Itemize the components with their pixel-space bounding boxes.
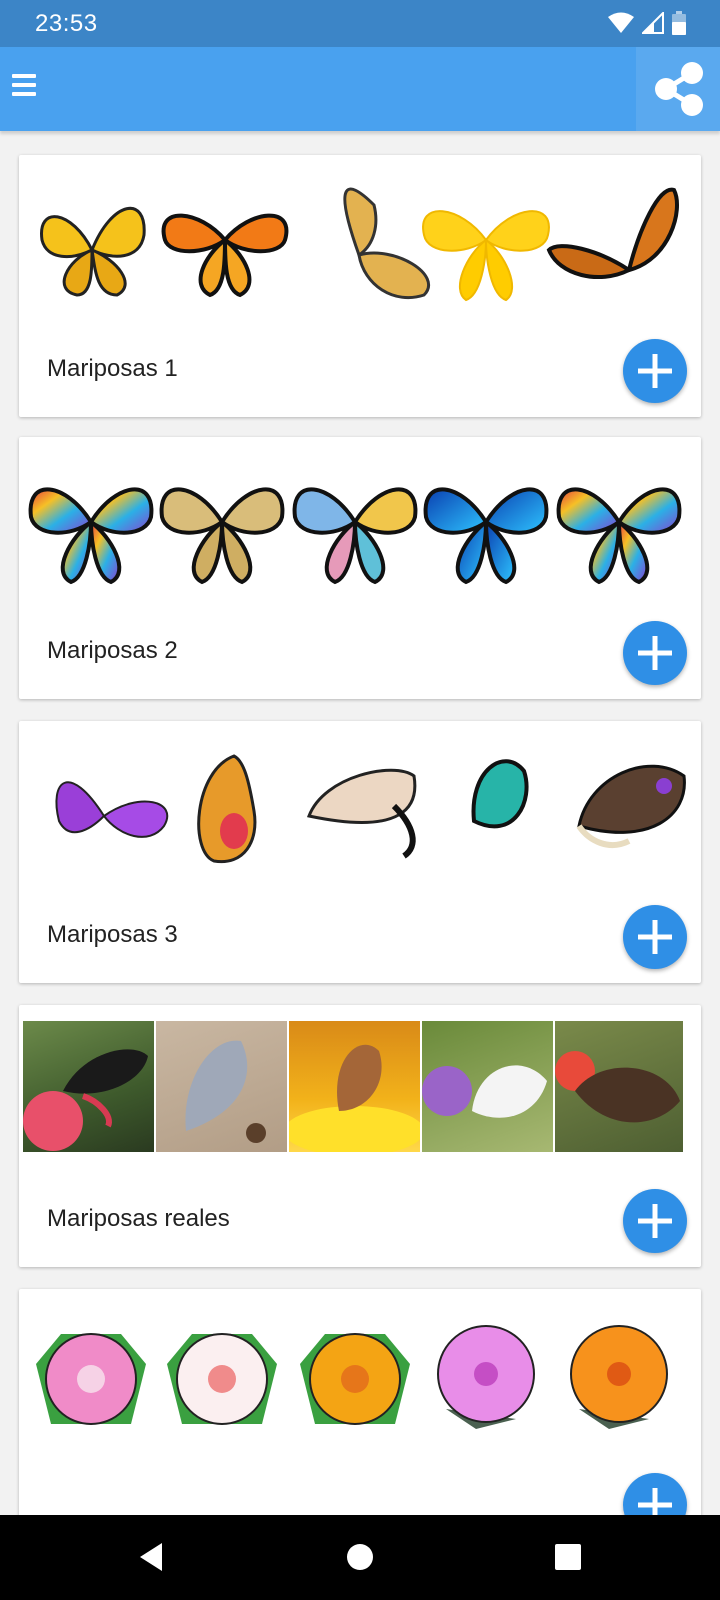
recents-button[interactable] bbox=[548, 1537, 588, 1577]
photo-thumbnail bbox=[555, 1021, 683, 1152]
system-nav-bar bbox=[0, 1515, 720, 1600]
collection-list[interactable]: Mariposas 1 Mariposas 2 Mariposas 3 Mari… bbox=[0, 131, 720, 1515]
menu-icon[interactable] bbox=[12, 69, 38, 105]
collection-card[interactable] bbox=[19, 1289, 701, 1515]
status-bar: 23:53 bbox=[0, 0, 720, 47]
battery-icon bbox=[672, 11, 686, 35]
status-time: 23:53 bbox=[35, 10, 98, 37]
back-button[interactable] bbox=[132, 1537, 172, 1577]
flower-thumbnails bbox=[36, 1325, 668, 1429]
butterfly-thumbnails bbox=[40, 187, 679, 302]
photo-thumbnail bbox=[156, 1021, 287, 1152]
share-icon bbox=[655, 62, 703, 116]
photo-thumbnail bbox=[289, 1021, 420, 1152]
butterfly-thumbnails bbox=[55, 754, 686, 864]
recents-icon bbox=[555, 1544, 581, 1570]
collection-card[interactable]: Mariposas reales bbox=[19, 1005, 701, 1267]
collection-card[interactable]: Mariposas 1 bbox=[19, 155, 701, 417]
collection-title: Mariposas 2 bbox=[47, 637, 178, 664]
collection-card[interactable]: Mariposas 3 bbox=[19, 721, 701, 983]
add-button[interactable] bbox=[623, 1473, 687, 1515]
app-bar bbox=[0, 47, 720, 131]
collection-title: Mariposas 1 bbox=[47, 355, 178, 382]
status-icons bbox=[608, 11, 686, 35]
home-icon bbox=[347, 1544, 373, 1570]
add-button[interactable] bbox=[623, 621, 687, 685]
butterfly-thumbnails bbox=[28, 487, 682, 585]
photo-thumbnail bbox=[422, 1021, 553, 1152]
photo-thumbnail bbox=[23, 1021, 154, 1152]
add-button[interactable] bbox=[623, 339, 687, 403]
collection-title: Mariposas reales bbox=[47, 1205, 230, 1232]
collection-title: Mariposas 3 bbox=[47, 921, 178, 948]
collection-card[interactable]: Mariposas 2 bbox=[19, 437, 701, 699]
wifi-icon bbox=[608, 12, 634, 33]
signal-icon bbox=[642, 12, 664, 34]
add-button[interactable] bbox=[623, 905, 687, 969]
back-icon bbox=[140, 1543, 162, 1571]
share-button[interactable] bbox=[636, 47, 720, 131]
add-button[interactable] bbox=[623, 1189, 687, 1253]
home-button[interactable] bbox=[340, 1537, 380, 1577]
